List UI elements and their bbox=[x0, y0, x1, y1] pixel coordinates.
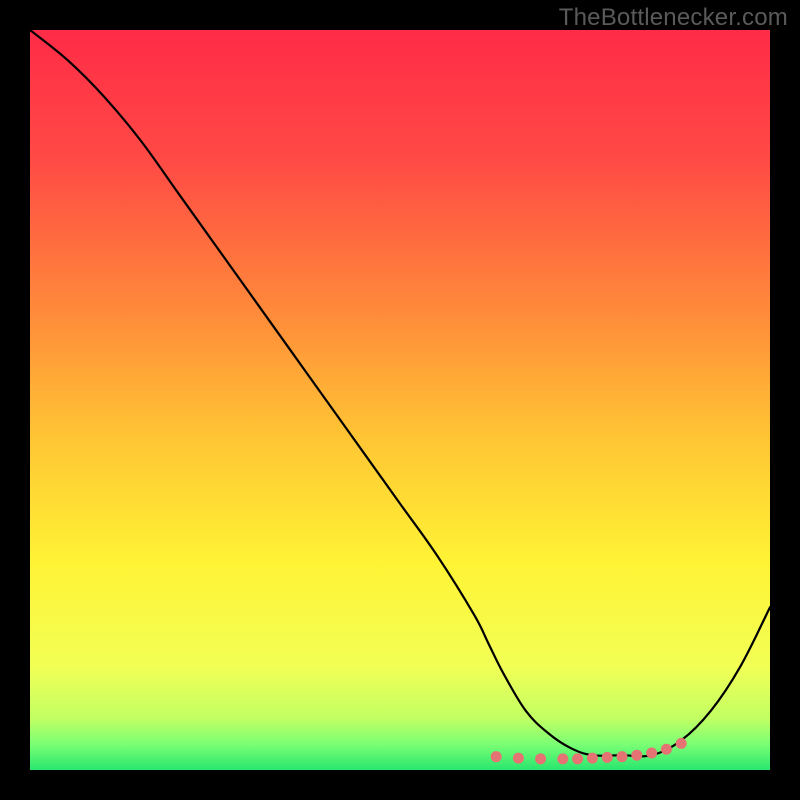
optimal-marker-dot bbox=[631, 750, 642, 761]
optimal-marker-dot bbox=[646, 747, 657, 758]
optimal-marker-dot bbox=[491, 751, 502, 762]
optimal-marker-dot bbox=[587, 753, 598, 764]
optimal-marker-dot bbox=[676, 738, 687, 749]
optimal-marker-dot bbox=[617, 751, 628, 762]
optimal-marker-dot bbox=[557, 753, 568, 764]
optimal-marker-dot bbox=[535, 753, 546, 764]
optimal-marker-dot bbox=[602, 752, 613, 763]
plot-area bbox=[30, 30, 770, 770]
chart-frame: TheBottlenecker.com bbox=[0, 0, 800, 800]
bottleneck-chart bbox=[30, 30, 770, 770]
attribution-watermark: TheBottlenecker.com bbox=[559, 4, 788, 32]
optimal-marker-dot bbox=[661, 744, 672, 755]
optimal-marker-dot bbox=[572, 753, 583, 764]
optimal-marker-dot bbox=[513, 753, 524, 764]
